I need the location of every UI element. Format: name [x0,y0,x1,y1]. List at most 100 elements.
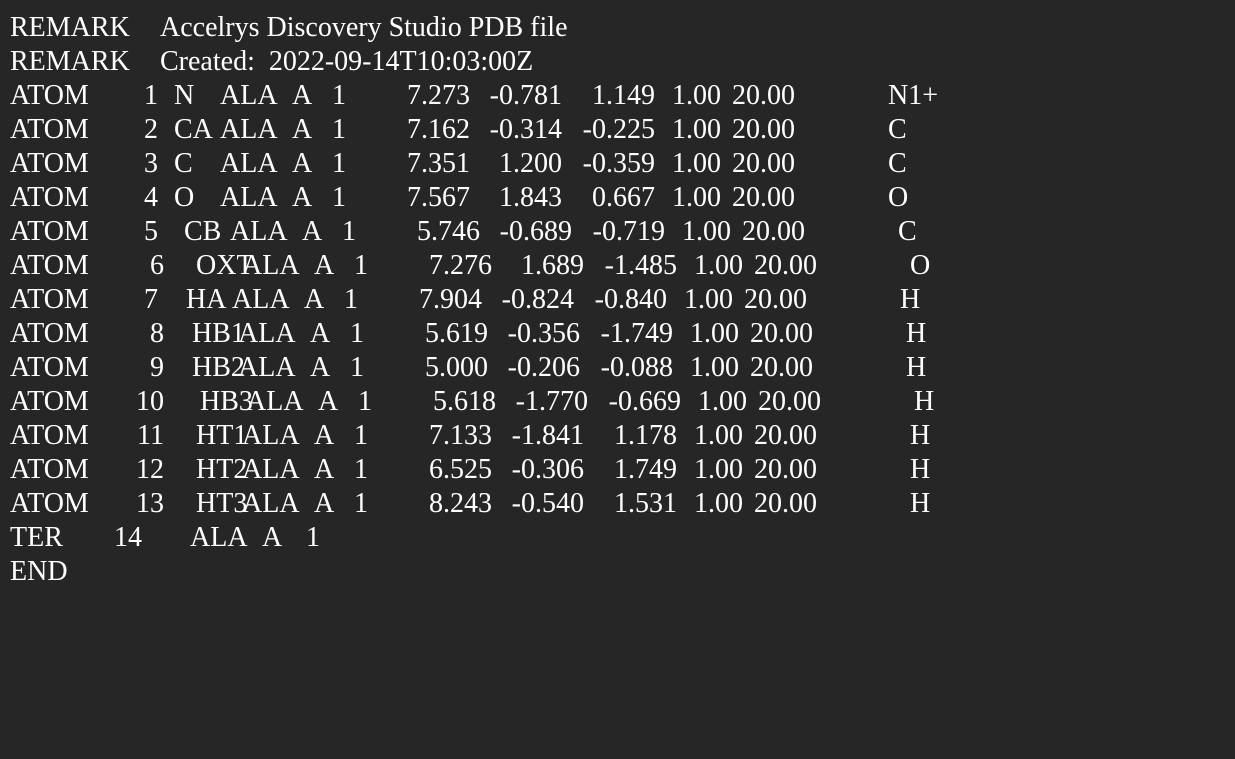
chain-id: A [262,522,283,553]
pdb-text-view: REMARK Accelrys Discovery Studio PDB fil… [0,0,1235,589]
atom-name: HA [186,284,227,315]
atom-name: C [174,148,193,179]
coord-z: -1.485 [604,250,677,281]
residue-name: ALA [230,216,288,247]
coord-z: 1.531 [614,488,677,519]
b-factor: 20.00 [732,80,795,111]
atom-name: CB [184,216,222,247]
record-type: REMARK [10,12,130,43]
occupancy: 1.00 [694,488,743,519]
atom-serial: 6 [150,250,164,281]
element-symbol: O [910,250,931,281]
residue-name: ALA [238,352,296,383]
element-symbol: O [888,182,909,213]
residue-name: ALA [220,80,278,111]
remark-text: Created: 2022-09-14T10:03:00Z [160,46,534,77]
atom-name: HB1 [192,318,245,349]
atom-name: HT2 [196,454,248,485]
atom-serial: 11 [137,420,164,451]
residue-name: ALA [220,182,278,213]
b-factor: 20.00 [744,284,807,315]
atom-name: N [174,80,195,111]
coord-z: 1.178 [614,420,677,451]
element-symbol: H [910,488,931,519]
residue-name: ALA [238,318,296,349]
b-factor: 20.00 [754,488,817,519]
b-factor: 20.00 [742,216,805,247]
residue-name: ALA [242,250,300,281]
occupancy: 1.00 [684,284,733,315]
occupancy: 1.00 [694,420,743,451]
remark-line: REMARK Created: 2022-09-14T10:03:00Z [10,45,533,79]
atom-name: HB2 [192,352,245,383]
b-factor: 20.00 [750,318,813,349]
coord-z: -0.225 [582,114,655,145]
element-symbol: H [910,420,931,451]
residue-name: ALA [242,454,300,485]
record-type: TER [10,522,63,553]
occupancy: 1.00 [672,182,721,213]
end-line: END [10,555,68,589]
element-symbol: H [914,386,935,417]
element-symbol: H [900,284,921,315]
element-symbol: N1+ [888,80,939,111]
b-factor: 20.00 [754,454,817,485]
atom-serial: 7 [144,284,158,315]
occupancy: 1.00 [672,80,721,111]
atom-name: O [174,182,195,213]
residue-name: ALA [242,420,300,451]
occupancy: 1.00 [672,148,721,179]
occupancy: 1.00 [690,318,739,349]
b-factor: 20.00 [732,114,795,145]
atom-serial: 8 [150,318,164,349]
coord-z: 0.667 [592,182,655,213]
atom-name: HT3 [196,488,248,519]
coord-z: 1.749 [614,454,677,485]
residue-name: ALA [220,114,278,145]
occupancy: 1.00 [694,454,743,485]
element-symbol: H [906,318,927,349]
coord-z: -0.088 [600,352,673,383]
coord-z: 1.149 [592,80,655,111]
element-symbol: C [888,114,907,145]
atom-serial: 14 [114,522,142,553]
atom-name: CA [174,114,213,145]
element-symbol: C [888,148,907,179]
atom-serial: 5 [144,216,158,247]
coord-z: -0.669 [608,386,681,417]
record-type: REMARK [10,46,130,77]
residue-name: ALA [232,284,290,315]
atom-serial: 10 [136,386,164,417]
atom-serial: 3 [144,148,158,179]
occupancy: 1.00 [694,250,743,281]
b-factor: 20.00 [754,250,817,281]
atom-serial: 13 [136,488,164,519]
residue-name: ALA [190,522,248,553]
atom-serial: 2 [144,114,158,145]
b-factor: 20.00 [732,182,795,213]
remark-line: REMARK Accelrys Discovery Studio PDB fil… [10,11,568,45]
coord-z: -0.359 [582,148,655,179]
residue-seq: 1 [306,522,320,553]
ter-line: TER 14 ALA A 1 [10,521,320,555]
b-factor: 20.00 [750,352,813,383]
element-symbol: C [898,216,917,247]
occupancy: 1.00 [690,352,739,383]
atom-serial: 4 [144,182,158,213]
b-factor: 20.00 [732,148,795,179]
coord-z: -0.840 [594,284,667,315]
atom-name: HB3 [200,386,253,417]
element-symbol: H [910,454,931,485]
occupancy: 1.00 [682,216,731,247]
coord-z: -1.749 [600,318,673,349]
residue-name: ALA [242,488,300,519]
occupancy: 1.00 [672,114,721,145]
coord-z: -0.719 [592,216,665,247]
atom-serial: 1 [144,80,158,111]
b-factor: 20.00 [754,420,817,451]
atom-name: HT1 [196,420,248,451]
occupancy: 1.00 [698,386,747,417]
element-symbol: H [906,352,927,383]
atom-serial: 9 [150,352,164,383]
residue-name: ALA [220,148,278,179]
